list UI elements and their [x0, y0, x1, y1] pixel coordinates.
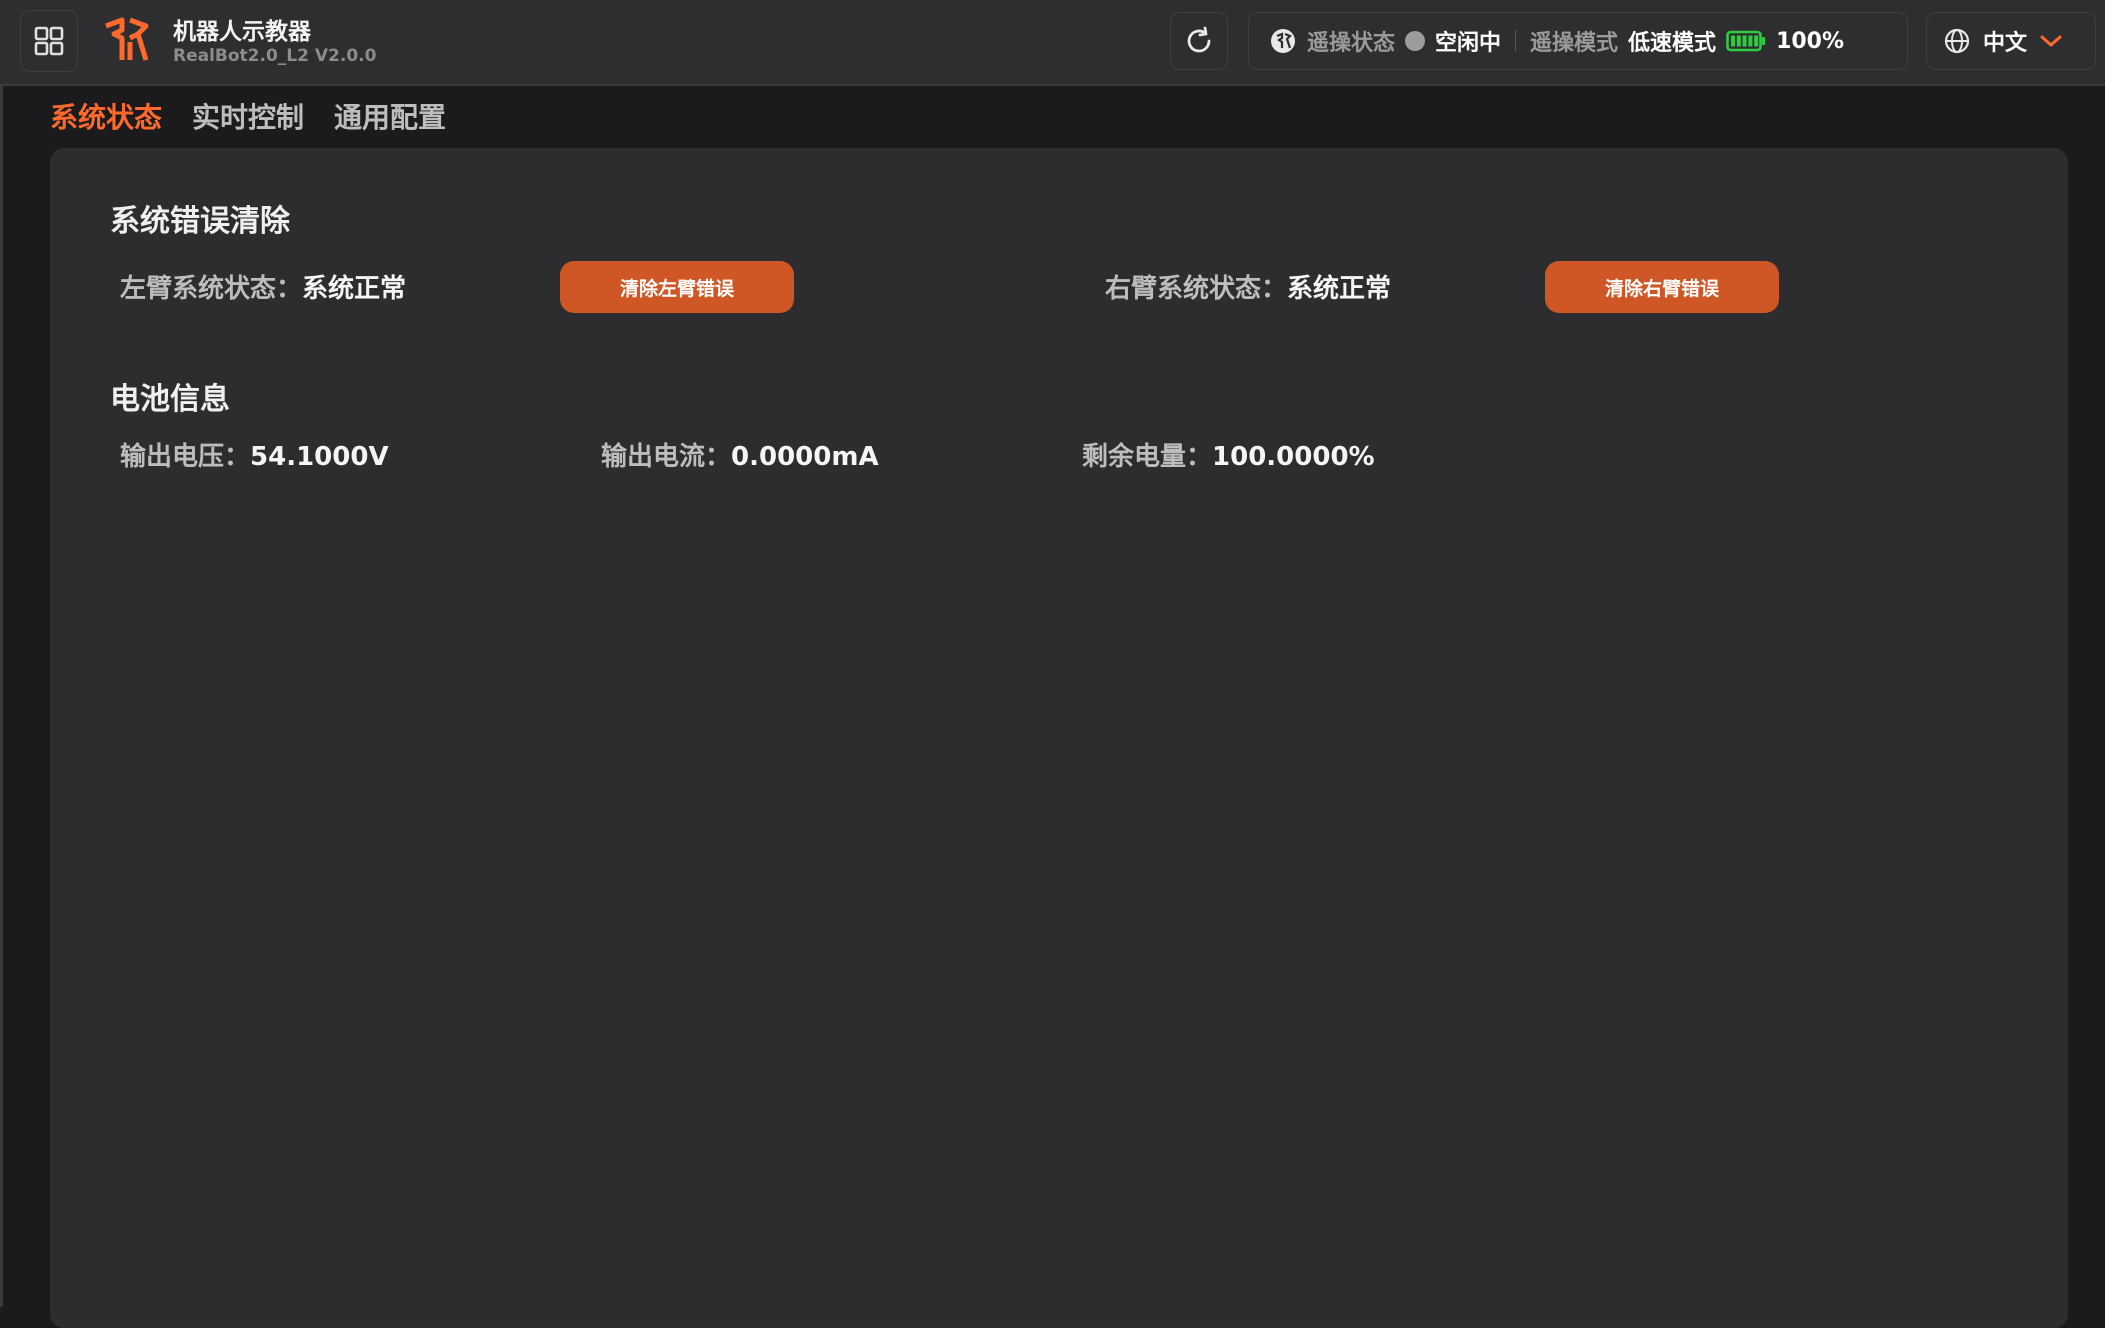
battery-level-bar	[1742, 35, 1747, 47]
content-panel: 系统错误清除 左臂系统状态：系统正常 清除左臂错误 右臂系统状态：系统正常 清除…	[50, 148, 2068, 1328]
output-voltage: 输出电压：54.1000V	[120, 436, 389, 473]
remaining-charge-value: 100.0000%	[1212, 442, 1375, 472]
left-arm-status: 左臂系统状态：系统正常	[120, 268, 406, 305]
tab-system-status[interactable]: 系统状态	[50, 96, 162, 136]
teleop-mode-value: 低速模式	[1628, 31, 1717, 56]
status-dot	[1405, 31, 1426, 51]
app-version: RealBot2.0_L2 V2.0.0	[173, 46, 377, 66]
left-arm-status-value: 系统正常	[302, 274, 407, 304]
clear-right-arm-error-button[interactable]: 清除右臂错误	[1545, 261, 1779, 313]
battery-percent: 100%	[1776, 28, 1845, 54]
main-tabs: 系统状态 实时控制 通用配置	[50, 96, 446, 136]
refresh-icon	[1187, 26, 1211, 53]
left-arm-status-label: 左臂系统状态：	[120, 274, 303, 304]
logo-icon	[105, 17, 149, 61]
output-current-label: 输出电流：	[601, 442, 732, 472]
right-arm-status-value: 系统正常	[1287, 274, 1392, 304]
battery-level-bar	[1748, 35, 1753, 47]
remaining-charge: 剩余电量：100.0000%	[1082, 436, 1375, 473]
battery-indicator	[1726, 30, 1766, 52]
app-title: 机器人示教器	[173, 19, 311, 45]
language-value: 中文	[1983, 31, 2028, 56]
language-selector[interactable]: 中文	[1926, 12, 2096, 70]
grid-icon	[34, 26, 64, 56]
teleop-status-label: 遥操状态	[1307, 31, 1396, 56]
remaining-charge-label: 剩余电量：	[1082, 442, 1213, 472]
chevron-down-icon	[2040, 35, 2062, 47]
globe-icon	[1944, 28, 1970, 54]
right-arm-status-label: 右臂系统状态：	[1105, 274, 1288, 304]
error-section-title: 系统错误清除	[110, 204, 290, 239]
refresh-button[interactable]	[1170, 12, 1228, 70]
clear-left-arm-error-button[interactable]: 清除左臂错误	[560, 261, 794, 313]
tab-general-config[interactable]: 通用配置	[334, 96, 446, 136]
teleop-icon	[1271, 29, 1295, 53]
battery-level-bar	[1736, 35, 1741, 47]
battery-level-bar	[1754, 35, 1759, 47]
tab-realtime-control[interactable]: 实时控制	[192, 96, 304, 136]
battery-section-title: 电池信息	[110, 382, 230, 417]
top-header: 机器人示教器 RealBot2.0_L2 V2.0.0 遥操状态 空闲中 遥操模…	[0, 0, 2105, 86]
teleop-status-value: 空闲中	[1435, 31, 1502, 56]
menu-grid-button[interactable]	[20, 10, 78, 72]
divider	[1515, 30, 1517, 52]
right-arm-status: 右臂系统状态：系统正常	[1105, 268, 1391, 305]
output-voltage-value: 54.1000V	[250, 442, 389, 472]
output-current-value: 0.0000mA	[731, 442, 879, 472]
output-voltage-label: 输出电压：	[120, 442, 251, 472]
teleop-status-bar: 遥操状态 空闲中 遥操模式 低速模式 100%	[1248, 12, 1908, 70]
output-current: 输出电流：0.0000mA	[601, 436, 879, 473]
battery-level-bar	[1731, 35, 1736, 47]
battery-icon	[1726, 30, 1766, 52]
teleop-mode-label: 遥操模式	[1530, 31, 1619, 56]
window-left-edge	[0, 86, 3, 1307]
